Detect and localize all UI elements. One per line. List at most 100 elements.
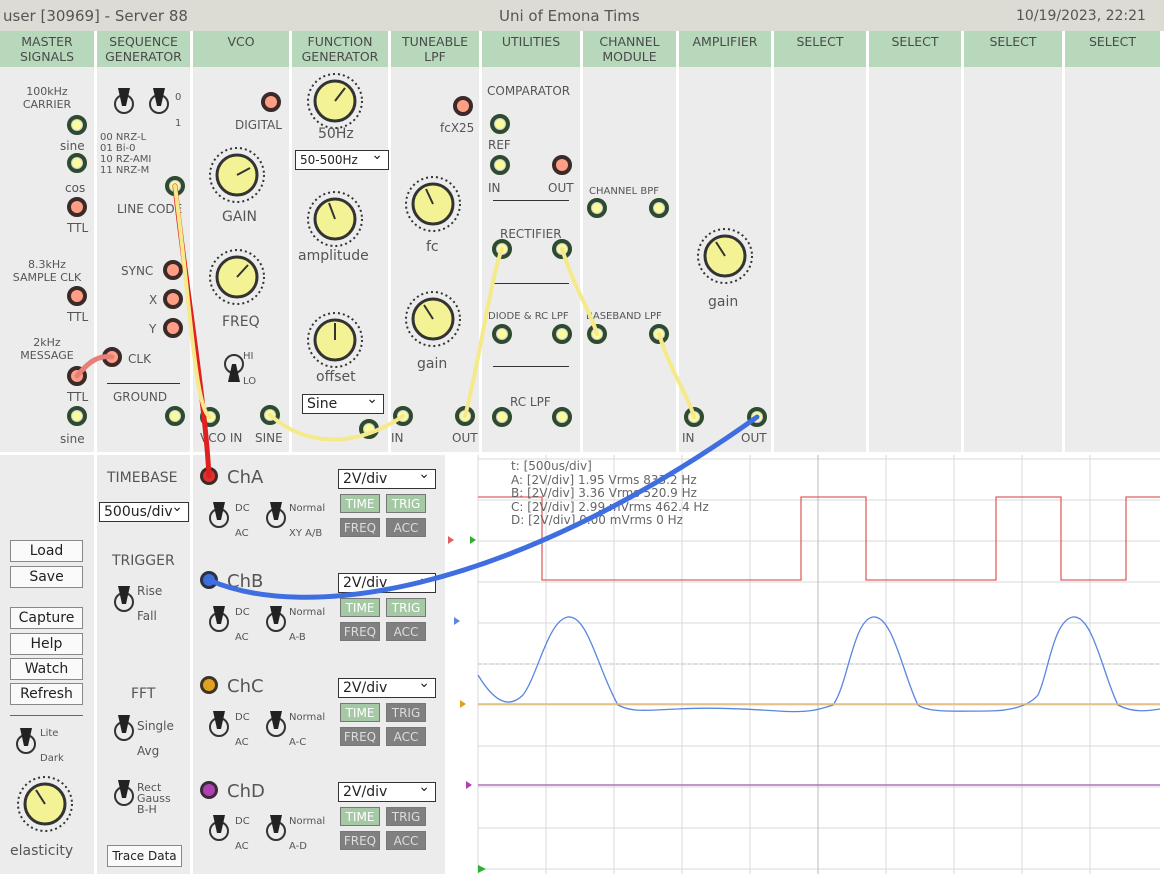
module-header[interactable]: SEQUENCE GENERATOR xyxy=(97,31,190,67)
rc-lpf-in-socket[interactable] xyxy=(492,407,512,427)
vco-sine-socket[interactable] xyxy=(260,405,280,425)
ground-socket[interactable] xyxy=(165,406,185,426)
chd-coupling-switch[interactable] xyxy=(207,813,231,843)
cha-mode-switch[interactable] xyxy=(264,500,288,530)
cha-socket[interactable] xyxy=(200,467,218,485)
module-header[interactable]: SELECT xyxy=(1065,31,1160,67)
watch-button[interactable]: Watch xyxy=(10,658,83,680)
fft-mode-switch[interactable] xyxy=(112,713,136,743)
module-header[interactable]: SELECT xyxy=(774,31,866,67)
trace-data-button[interactable]: Trace Data xyxy=(107,845,182,867)
chb-vdiv-select[interactable]: 2V/div xyxy=(338,569,436,593)
save-button[interactable]: Save xyxy=(10,566,83,588)
gain-knob[interactable] xyxy=(208,146,266,204)
module-header[interactable]: SELECT xyxy=(964,31,1062,67)
chc-time-button[interactable]: TIME xyxy=(340,703,380,722)
amp-out-socket[interactable] xyxy=(747,407,767,427)
module-header[interactable]: AMPLIFIER xyxy=(679,31,771,67)
chd-mode-switch[interactable] xyxy=(264,813,288,843)
amplitude-knob[interactable] xyxy=(306,190,364,248)
amp-gain-knob[interactable] xyxy=(696,227,754,285)
lpf-gain-knob[interactable] xyxy=(404,290,462,348)
message-ttl-socket[interactable] xyxy=(67,366,87,386)
rectifier-out-socket[interactable] xyxy=(552,239,572,259)
timebase-select[interactable]: 500us/div xyxy=(99,498,189,522)
chb-time-button[interactable]: TIME xyxy=(340,598,380,617)
fc-knob[interactable] xyxy=(404,175,462,233)
bpf-out-socket[interactable] xyxy=(649,198,669,218)
chc-mode-switch[interactable] xyxy=(264,709,288,739)
carrier-cos-socket[interactable] xyxy=(67,153,87,173)
module-header[interactable]: VCO xyxy=(193,31,289,67)
module-header[interactable]: SELECT xyxy=(869,31,961,67)
freq-knob[interactable] xyxy=(208,248,266,306)
baseband-in-socket[interactable] xyxy=(587,324,607,344)
sample-ttl-socket[interactable] xyxy=(67,286,87,306)
module-header[interactable]: CHANNEL MODULE xyxy=(583,31,676,67)
lpf-in-socket[interactable] xyxy=(393,406,413,426)
diode-out-socket[interactable] xyxy=(552,324,572,344)
cha-freq-button[interactable]: FREQ xyxy=(340,518,380,537)
chb-acc-button[interactable]: ACC xyxy=(386,622,426,641)
help-button[interactable]: Help xyxy=(10,633,83,655)
cha-acc-button[interactable]: ACC xyxy=(386,518,426,537)
load-button[interactable]: Load xyxy=(10,540,83,562)
theme-switch[interactable] xyxy=(14,726,38,756)
chc-acc-button[interactable]: ACC xyxy=(386,727,426,746)
clk-socket[interactable] xyxy=(102,347,122,367)
chb-socket[interactable] xyxy=(200,571,218,589)
chd-freq-button[interactable]: FREQ xyxy=(340,831,380,850)
cha-trig-button[interactable]: TRIG xyxy=(386,494,426,513)
cha-vdiv-select[interactable]: 2V/div xyxy=(338,465,436,489)
cha-coupling-switch[interactable] xyxy=(207,500,231,530)
elasticity-knob[interactable] xyxy=(16,775,74,833)
carrier-sine-socket[interactable] xyxy=(67,115,87,135)
funcgen-out-socket[interactable] xyxy=(359,419,379,439)
chc-coupling-switch[interactable] xyxy=(207,709,231,739)
amp-in-socket[interactable] xyxy=(684,407,704,427)
message-sine-socket[interactable] xyxy=(67,406,87,426)
chc-trig-button[interactable]: TRIG xyxy=(386,703,426,722)
toggle-switch[interactable] xyxy=(147,86,171,116)
rectifier-in-socket[interactable] xyxy=(492,239,512,259)
comparator-out-socket[interactable] xyxy=(552,155,572,175)
diode-in-socket[interactable] xyxy=(492,324,512,344)
range-select[interactable]: 50-500Hz xyxy=(295,146,389,170)
chd-socket[interactable] xyxy=(200,781,218,799)
chb-mode-switch[interactable] xyxy=(264,604,288,634)
fcx25-socket[interactable] xyxy=(453,96,473,116)
chb-trig-button[interactable]: TRIG xyxy=(386,598,426,617)
rc-lpf-out-socket[interactable] xyxy=(552,407,572,427)
cha-time-button[interactable]: TIME xyxy=(340,494,380,513)
chc-freq-button[interactable]: FREQ xyxy=(340,727,380,746)
sync-socket[interactable] xyxy=(163,260,183,280)
vco-in-socket[interactable] xyxy=(200,407,220,427)
waveform-select[interactable]: Sine xyxy=(302,390,384,414)
chb-coupling-switch[interactable] xyxy=(207,604,231,634)
capture-button[interactable]: Capture xyxy=(10,607,83,629)
chb-freq-button[interactable]: FREQ xyxy=(340,622,380,641)
module-header[interactable]: MASTER SIGNALS xyxy=(0,31,94,67)
chd-acc-button[interactable]: ACC xyxy=(386,831,426,850)
y-socket[interactable] xyxy=(163,318,183,338)
baseband-out-socket[interactable] xyxy=(649,324,669,344)
chd-time-button[interactable]: TIME xyxy=(340,807,380,826)
fft-window-switch[interactable] xyxy=(112,778,136,808)
line-code-socket[interactable] xyxy=(165,176,185,196)
chc-vdiv-select[interactable]: 2V/div xyxy=(338,674,436,698)
carrier-ttl-socket[interactable] xyxy=(67,197,87,217)
comparator-in-socket[interactable] xyxy=(490,155,510,175)
toggle-switch[interactable] xyxy=(112,86,136,116)
chd-trig-button[interactable]: TRIG xyxy=(386,807,426,826)
refresh-button[interactable]: Refresh xyxy=(10,683,83,705)
digital-socket[interactable] xyxy=(261,92,281,112)
trigger-edge-switch[interactable] xyxy=(112,584,136,614)
offset-knob[interactable] xyxy=(306,311,364,369)
module-header[interactable]: TUNEABLE LPF xyxy=(391,31,479,67)
ref-socket[interactable] xyxy=(490,114,510,134)
x-socket[interactable] xyxy=(163,289,183,309)
lpf-out-socket[interactable] xyxy=(455,406,475,426)
chc-socket[interactable] xyxy=(200,676,218,694)
module-header[interactable]: FUNCTION GENERATOR xyxy=(292,31,388,67)
bpf-in-socket[interactable] xyxy=(587,198,607,218)
